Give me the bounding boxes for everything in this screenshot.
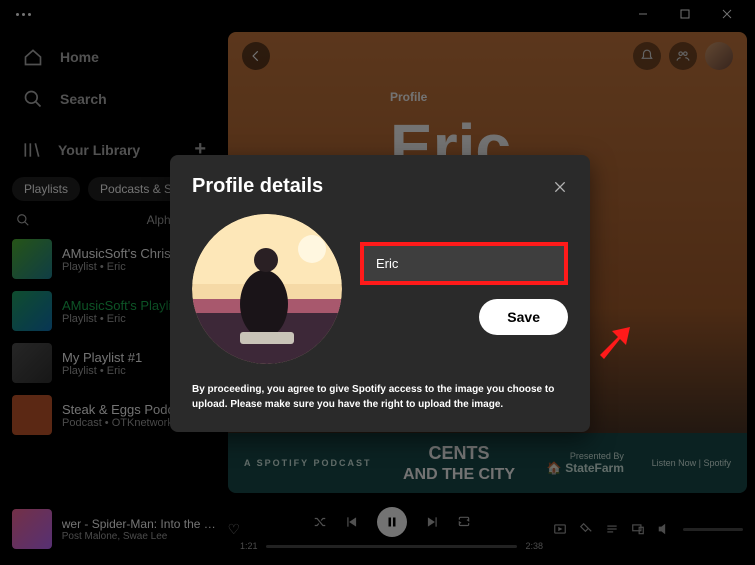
- save-button[interactable]: Save: [479, 299, 568, 335]
- profile-details-modal: Profile details: [170, 155, 590, 432]
- modal-title: Profile details: [192, 175, 323, 198]
- close-icon[interactable]: [552, 179, 568, 195]
- profile-photo[interactable]: [192, 214, 342, 364]
- profile-name-input[interactable]: [364, 246, 564, 281]
- name-input-highlight: [360, 242, 568, 285]
- modal-disclaimer: By proceeding, you agree to give Spotify…: [192, 382, 568, 412]
- annotation-arrow-icon: [592, 321, 632, 361]
